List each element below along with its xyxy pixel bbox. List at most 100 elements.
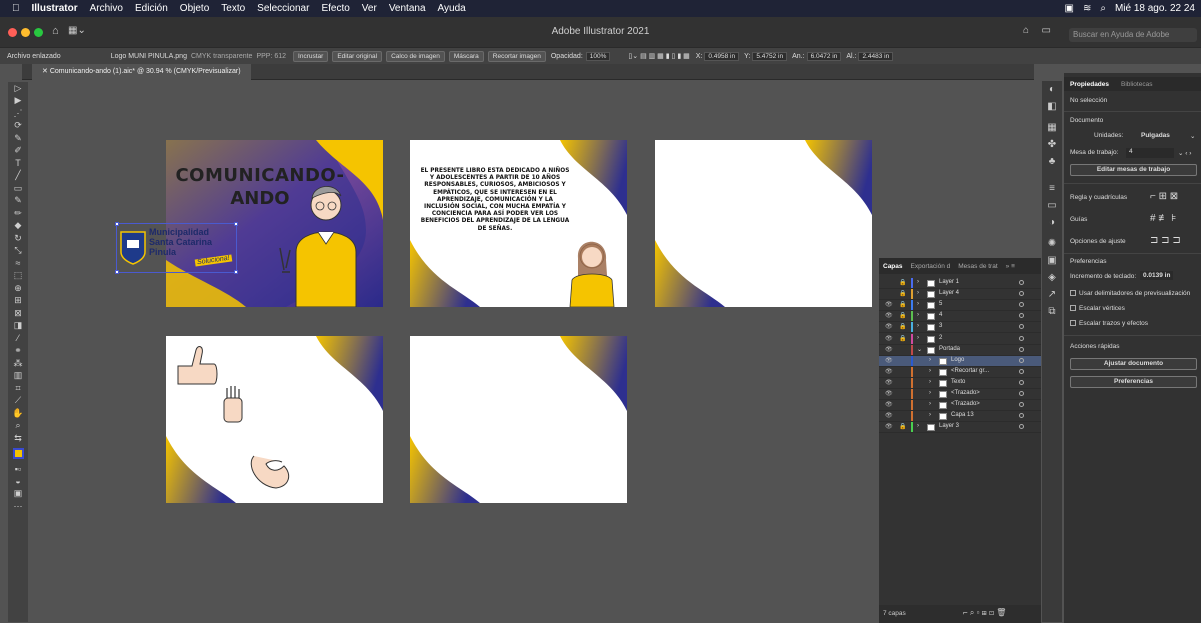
hand-tool-icon[interactable]: ✋: [8, 407, 28, 420]
guides-icons[interactable]: # ≢ ⊧: [1150, 213, 1176, 224]
expand-chevron-icon[interactable]: ›: [929, 390, 931, 396]
menu-ver[interactable]: Ver: [362, 3, 377, 14]
scale-corners-checkbox[interactable]: Escalar vértices: [1070, 305, 1125, 312]
libraries-panel-icon[interactable]: ◐: [1042, 81, 1062, 98]
gradient-tool-icon[interactable]: ◨: [8, 320, 28, 333]
expand-chevron-icon[interactable]: ›: [917, 312, 919, 318]
expand-chevron-icon[interactable]: ›: [917, 335, 919, 341]
snap-icons[interactable]: ⊐ ⊐ ⊐: [1150, 235, 1181, 246]
target-circle-icon[interactable]: [1019, 379, 1024, 385]
expand-chevron-icon[interactable]: ›: [929, 379, 931, 385]
screen-mode-icon[interactable]: ▣: [8, 488, 28, 501]
lock-icon[interactable]: 🔒: [899, 290, 906, 297]
visibility-eye-icon[interactable]: 👁: [885, 368, 893, 375]
slice-tool-icon[interactable]: ⟋: [8, 395, 28, 408]
layer-row[interactable]: 🔒 › Layer 1: [879, 278, 1041, 289]
fill-stroke-icon[interactable]: [8, 445, 28, 463]
target-circle-icon[interactable]: [1019, 391, 1024, 396]
artboard-select[interactable]: 4: [1126, 148, 1174, 158]
lock-icon[interactable]: 🔒: [899, 323, 906, 330]
curvature-tool-icon[interactable]: ✐: [8, 145, 28, 158]
menu-seleccionar[interactable]: Seleccionar: [257, 3, 309, 14]
expand-chevron-icon[interactable]: ›: [917, 279, 919, 285]
mask-button[interactable]: Máscara: [448, 50, 484, 62]
perspective-grid-tool-icon[interactable]: ⊞: [8, 295, 28, 308]
keyboard-increment-field[interactable]: 0.0139 in: [1140, 271, 1174, 280]
artboard-dedication[interactable]: EL PRESENTE LIBRO ESTA DEDICADO A NIÑOS …: [410, 140, 627, 307]
lock-icon[interactable]: 🔒: [899, 279, 906, 286]
visibility-eye-icon[interactable]: 👁: [885, 323, 893, 330]
visibility-eye-icon[interactable]: 👁: [885, 335, 893, 342]
more-tools-icon[interactable]: ⋯: [8, 500, 28, 513]
expand-chevron-icon[interactable]: ›: [917, 423, 919, 429]
column-graph-tool-icon[interactable]: ▥: [8, 370, 28, 383]
shaper-tool-icon[interactable]: ◆: [8, 220, 28, 233]
graphic-styles-icon[interactable]: ▣: [1042, 252, 1062, 269]
layers-footer-icons[interactable]: ⌐ ⌕ ▫ ⊞ ⊡ 🗑: [963, 608, 1006, 618]
mesh-tool-icon[interactable]: ⊠: [8, 307, 28, 320]
embed-button[interactable]: Incrustar: [293, 50, 329, 62]
swap-colors-icon[interactable]: ⇆: [8, 432, 28, 445]
lock-icon[interactable]: 🔒: [899, 423, 906, 430]
layer-row[interactable]: 👁 › Capa 13: [879, 411, 1041, 423]
menu-efecto[interactable]: Efecto: [321, 3, 349, 14]
image-trace-button[interactable]: Calco de imagen: [386, 50, 445, 62]
color-mode-icon[interactable]: ▪▫: [8, 463, 28, 476]
clock[interactable]: Mié 18 ago. 22 24: [1115, 3, 1195, 14]
color-guide-icon[interactable]: ◧: [1042, 98, 1062, 115]
layer-row[interactable]: 👁 🔒 › 5: [879, 300, 1041, 312]
layer-row[interactable]: 👁 🔒 › 3: [879, 322, 1041, 334]
layers-icon[interactable]: ◈: [1042, 269, 1062, 286]
type-tool-icon[interactable]: T: [8, 157, 28, 170]
target-circle-icon[interactable]: [1019, 280, 1024, 285]
expand-chevron-icon[interactable]: ›: [917, 323, 919, 329]
selection-handle-icon[interactable]: [234, 222, 238, 226]
tab-libraries[interactable]: Bibliotecas: [1115, 81, 1158, 88]
visibility-eye-icon[interactable]: 👁: [885, 301, 893, 308]
crop-image-button[interactable]: Recortar imagen: [487, 50, 546, 62]
artboard-3[interactable]: [655, 140, 872, 307]
layer-row[interactable]: 👁 › <Trazado>: [879, 389, 1041, 400]
target-circle-icon[interactable]: [1019, 335, 1024, 341]
artboard-5[interactable]: [410, 336, 627, 503]
paintbrush-tool-icon[interactable]: ✎: [8, 195, 28, 208]
expand-chevron-icon[interactable]: ›: [917, 290, 919, 296]
lock-icon[interactable]: 🔒: [899, 335, 906, 342]
rulers-grid-icons[interactable]: ⌐ ⊞ ⊠: [1150, 191, 1178, 202]
artboard-tool-icon[interactable]: ⌗: [8, 382, 28, 395]
menu-app[interactable]: Illustrator: [32, 3, 78, 14]
visibility-eye-icon[interactable]: 👁: [885, 379, 893, 386]
tab-layers[interactable]: Capas: [879, 263, 907, 270]
lasso-tool-icon[interactable]: ⟳: [8, 120, 28, 133]
close-tab-icon[interactable]: ✕: [42, 68, 50, 75]
units-select[interactable]: Pulgadas: [1141, 132, 1170, 139]
edit-original-button[interactable]: Editar original: [332, 50, 383, 62]
visibility-eye-icon[interactable]: 👁: [885, 346, 893, 353]
layer-row[interactable]: 👁 🔒 › 4: [879, 311, 1041, 323]
x-field[interactable]: 0.4958 in: [704, 51, 740, 61]
draw-mode-icon[interactable]: ◒: [8, 475, 28, 488]
layer-row[interactable]: 🔒 › Layer 4: [879, 289, 1041, 301]
selection-handle-icon[interactable]: [115, 222, 119, 226]
swatches-icon[interactable]: ▦: [1042, 119, 1062, 136]
target-circle-icon[interactable]: [1019, 313, 1024, 319]
tab-asset-export[interactable]: Exportación d: [907, 263, 955, 270]
direct-selection-tool-icon[interactable]: ▶: [8, 95, 28, 108]
tab-artboards[interactable]: Mesas de trat: [954, 263, 1001, 270]
gradient-panel-icon[interactable]: ▭: [1042, 197, 1062, 214]
wifi-icon[interactable]: ≋: [1083, 3, 1091, 14]
logo-selection[interactable]: Municipalidad Santa Catarina Pinula Solu…: [115, 222, 238, 274]
stroke-icon[interactable]: ≡: [1042, 180, 1062, 197]
target-circle-icon[interactable]: [1019, 291, 1024, 297]
shape-builder-tool-icon[interactable]: ⊕: [8, 282, 28, 295]
target-circle-icon[interactable]: [1019, 357, 1024, 363]
target-circle-icon[interactable]: [1019, 346, 1024, 352]
expand-chevron-icon[interactable]: ⌄: [917, 346, 922, 353]
opacity-field[interactable]: 100%: [585, 51, 611, 61]
pen-tool-icon[interactable]: ✎: [8, 132, 28, 145]
units-chevron-icon[interactable]: ⌄: [1190, 132, 1195, 140]
align-icons[interactable]: ▯⌄ ▤ ▥ ▦ ▮ ▯ ▮ ▦: [628, 52, 689, 60]
preferences-button[interactable]: Preferencias: [1070, 376, 1197, 388]
visibility-eye-icon[interactable]: 👁: [885, 357, 893, 364]
visibility-eye-icon[interactable]: 👁: [885, 390, 893, 397]
